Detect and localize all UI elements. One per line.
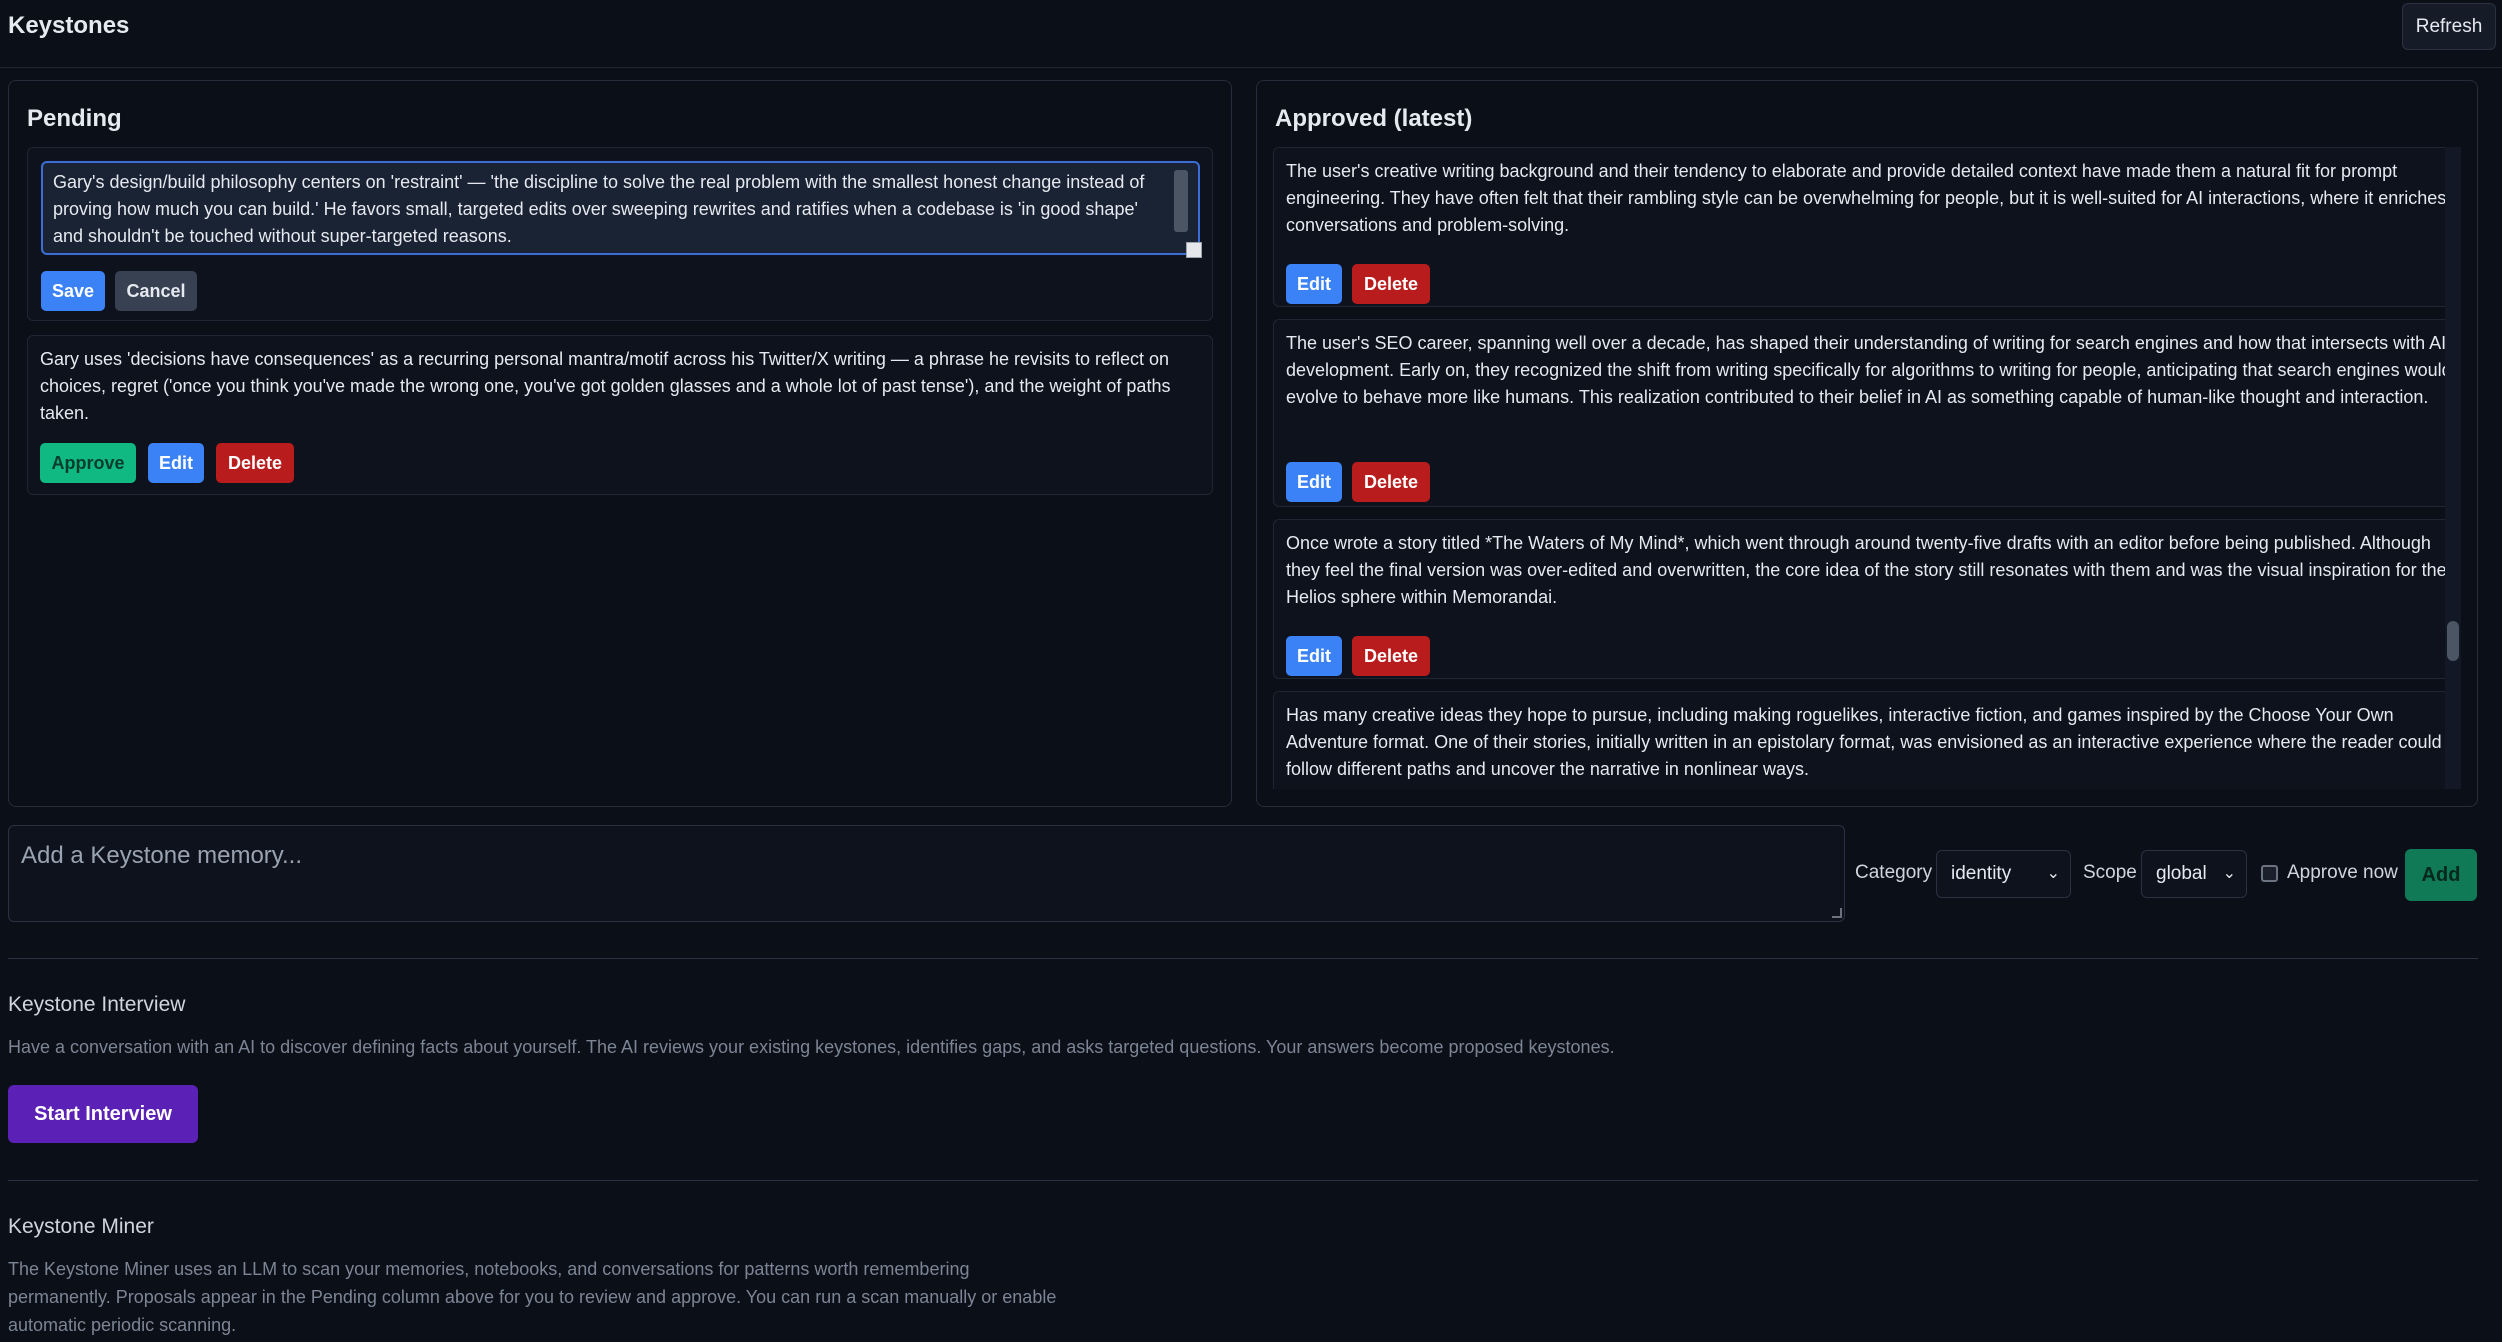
scope-select[interactable]: global ⌄ (2141, 850, 2247, 898)
approved-item-text: Once wrote a story titled *The Waters of… (1286, 533, 2447, 607)
scope-value: global (2156, 863, 2207, 884)
edit-button[interactable]: Edit (1286, 264, 1342, 304)
approved-item-text: Has many creative ideas they hope to pur… (1286, 705, 2442, 779)
start-interview-button[interactable]: Start Interview (8, 1085, 198, 1143)
approved-scrollbar-thumb[interactable] (2447, 621, 2459, 661)
add-keystone-input[interactable]: Add a Keystone memory... (8, 825, 1845, 922)
chevron-down-icon: ⌄ (2046, 865, 2060, 882)
cancel-button[interactable]: Cancel (115, 271, 197, 311)
approved-item: The user's SEO career, spanning well ove… (1273, 319, 2461, 507)
page-title: Keystones (8, 12, 130, 39)
miner-title: Keystone Miner (8, 1215, 154, 1238)
interview-description: Have a conversation with an AI to discov… (8, 1037, 1615, 1057)
edit-textarea[interactable]: Gary's design/build philosophy centers o… (41, 161, 1200, 255)
approved-item: The user's creative writing background a… (1273, 147, 2461, 307)
approved-title: Approved (latest) (1275, 105, 1473, 132)
delete-button[interactable]: Delete (1352, 264, 1430, 304)
approved-scrollbar[interactable] (2445, 147, 2461, 789)
approved-item-text: The user's SEO career, spanning well ove… (1286, 333, 2452, 407)
approve-now-checkbox[interactable] (2261, 865, 2278, 882)
top-bar: Keystones Refresh (0, 0, 2502, 68)
delete-button[interactable]: Delete (216, 443, 294, 483)
category-select[interactable]: identity ⌄ (1936, 850, 2071, 898)
edit-button[interactable]: Edit (1286, 462, 1342, 502)
edit-button[interactable]: Edit (1286, 636, 1342, 676)
category-value: identity (1951, 863, 2012, 884)
section-divider (8, 1180, 2478, 1181)
chevron-down-icon: ⌄ (2222, 865, 2236, 882)
approve-button[interactable]: Approve (40, 443, 136, 483)
approved-item-text: The user's creative writing background a… (1286, 161, 2447, 235)
delete-button[interactable]: Delete (1352, 636, 1430, 676)
textarea-resize-handle[interactable] (1186, 242, 1202, 258)
refresh-button[interactable]: Refresh (2402, 3, 2496, 50)
approve-now-label[interactable]: Approve now (2287, 862, 2398, 884)
section-divider (8, 958, 2478, 959)
category-label: Category (1855, 862, 1933, 883)
delete-button[interactable]: Delete (1352, 462, 1430, 502)
scope-label: Scope (2083, 862, 2137, 883)
approved-item: Once wrote a story titled *The Waters of… (1273, 519, 2461, 679)
textarea-scrollbar[interactable] (1174, 170, 1188, 232)
approved-list[interactable]: The user's creative writing background a… (1273, 147, 2461, 789)
interview-title: Keystone Interview (8, 993, 186, 1016)
approved-item: Has many creative ideas they hope to pur… (1273, 691, 2461, 789)
miner-description-line: automatic periodic scanning. (8, 1315, 237, 1335)
pending-item: Gary uses 'decisions have consequences' … (27, 335, 1213, 495)
miner-description-line: permanently. Proposals appear in the Pen… (8, 1287, 1057, 1307)
miner-description-line: The Keystone Miner uses an LLM to scan y… (8, 1259, 970, 1279)
pending-title: Pending (27, 105, 122, 132)
pending-edit-card: Gary's design/build philosophy centers o… (27, 147, 1213, 321)
add-button[interactable]: Add (2405, 849, 2477, 901)
approved-panel: Approved (latest) The user's creative wr… (1256, 80, 2478, 807)
edit-button[interactable]: Edit (148, 443, 204, 483)
pending-panel: Pending Gary's design/build philosophy c… (8, 80, 1232, 807)
pending-item-text: Gary uses 'decisions have consequences' … (40, 349, 1171, 423)
save-button[interactable]: Save (41, 271, 105, 311)
add-input-resize-handle[interactable] (1832, 908, 1842, 918)
